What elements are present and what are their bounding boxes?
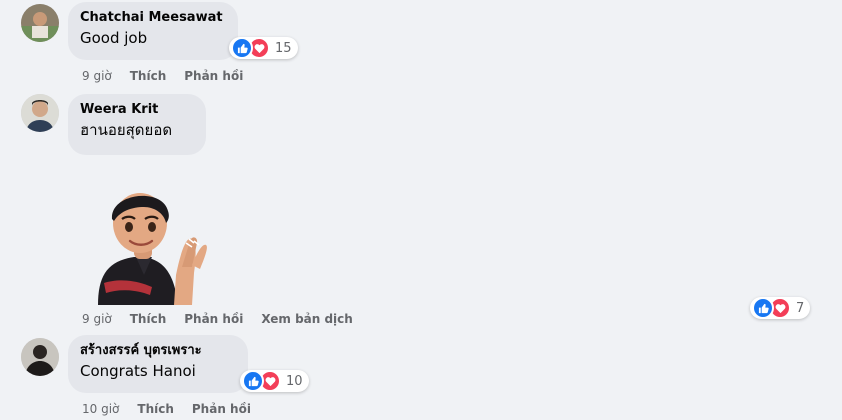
avatar-photo — [21, 4, 59, 42]
comment-text: Congrats Hanoi — [80, 362, 196, 380]
comment-text: Good job — [80, 29, 148, 47]
avatar-photo — [21, 94, 59, 132]
sticker-image — [98, 193, 207, 305]
comment-author[interactable]: Chatchai Meesawat — [80, 10, 226, 26]
like-link[interactable]: Thích — [137, 402, 174, 416]
avatar[interactable] — [21, 4, 59, 42]
comment-timestamp[interactable]: 9 giờ — [82, 69, 112, 83]
like-link[interactable]: Thích — [130, 69, 167, 83]
avatar-photo — [21, 338, 59, 376]
comment-author[interactable]: Weera Krit — [80, 102, 194, 118]
comment-text: ฮานอยสุดยอด — [80, 121, 173, 139]
reply-link[interactable]: Phản hồi — [184, 312, 243, 326]
reply-link[interactable]: Phản hồi — [184, 69, 243, 83]
comment-actions: 9 giờ Thích Phản hồi — [82, 68, 261, 84]
reply-link[interactable]: Phản hồi — [192, 402, 251, 416]
reaction-summary[interactable]: 10 — [240, 370, 309, 392]
like-link[interactable]: Thích — [130, 312, 167, 326]
comment-bubble: Chatchai Meesawat Good job — [68, 2, 238, 60]
reaction-summary[interactable]: 15 — [229, 37, 298, 59]
reaction-count: 15 — [275, 40, 292, 56]
thumbs-up-icon — [752, 297, 774, 319]
thumbs-up-icon — [242, 370, 264, 392]
avatar[interactable] — [21, 94, 59, 132]
avatar[interactable] — [21, 338, 59, 376]
comment-actions: 10 giờ Thích Phản hồi — [82, 401, 269, 417]
comment-bubble: สร้างสรรค์ บุตรเพราะ Congrats Hanoi — [68, 335, 248, 393]
comment-actions: 9 giờ Thích Phản hồi Xem bản dịch — [82, 311, 371, 327]
see-translation-link[interactable]: Xem bản dịch — [261, 312, 353, 326]
thumbs-up-icon — [231, 37, 253, 59]
reaction-count: 10 — [286, 373, 303, 389]
reaction-summary[interactable]: 7 — [750, 297, 811, 319]
comment-author[interactable]: สร้างสรรค์ บุตรเพราะ — [80, 343, 236, 359]
comment-bubble: Weera Krit ฮานอยสุดยอด — [68, 94, 206, 155]
comment-timestamp[interactable]: 10 giờ — [82, 402, 119, 416]
comment-timestamp[interactable]: 9 giờ — [82, 312, 112, 326]
reaction-count: 7 — [796, 300, 805, 316]
avatar-clapping-sticker[interactable] — [94, 183, 210, 305]
